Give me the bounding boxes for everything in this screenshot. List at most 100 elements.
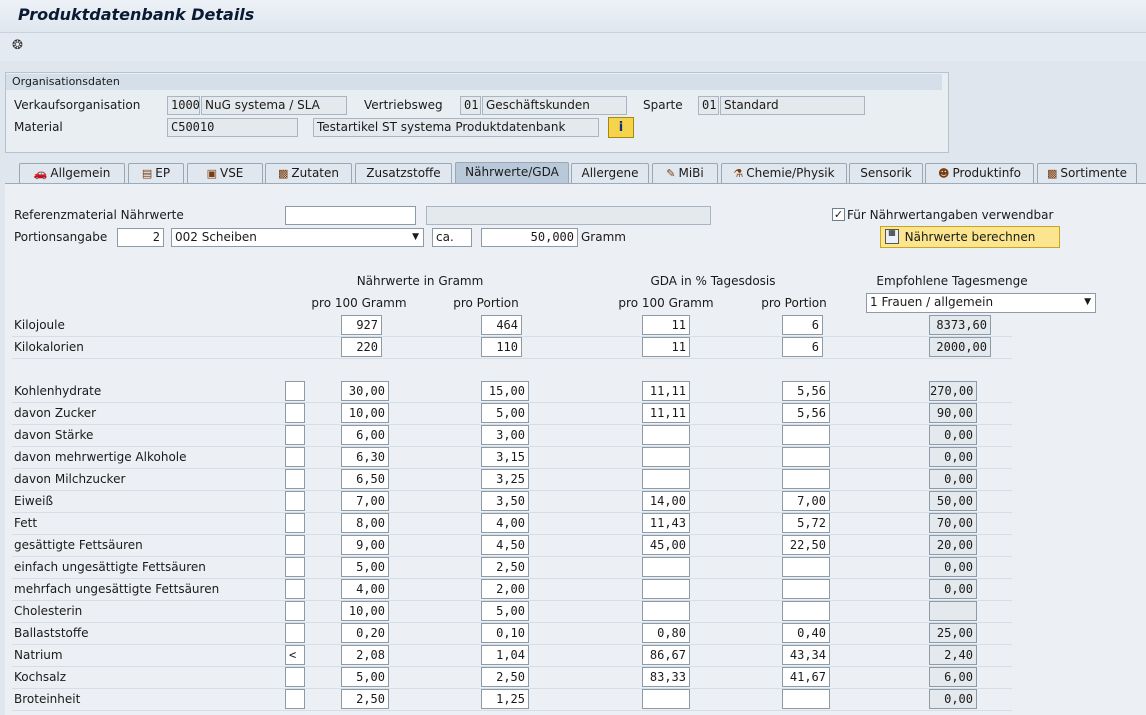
nutrient-gdaport-field[interactable]: 7,00 xyxy=(782,491,830,511)
sp-code-field[interactable]: 01 xyxy=(698,96,719,115)
nutrient-gport-field[interactable]: 3,00 xyxy=(481,425,529,445)
nutrient-gport-field[interactable]: 2,00 xyxy=(481,579,529,599)
nutrient-gda100-field[interactable]: 11,11 xyxy=(642,381,690,401)
ca-field[interactable]: ca. xyxy=(432,228,472,247)
nutrient-gport-field[interactable]: 2,50 xyxy=(481,667,529,687)
nutrient-flag-field[interactable] xyxy=(285,601,305,621)
tab-zusatzstoffe[interactable]: Zusatzstoffe xyxy=(355,163,452,183)
material-code-field[interactable]: C50010 xyxy=(167,118,298,137)
sp-name-field[interactable]: Standard xyxy=(720,96,865,115)
energy-g100-field[interactable]: 927 xyxy=(341,315,382,335)
energy-g100-field[interactable]: 220 xyxy=(341,337,382,357)
tab-zutaten[interactable]: ▩ Zutaten xyxy=(265,163,352,183)
nutrient-g100-field[interactable]: 4,00 xyxy=(341,579,389,599)
vw-name-field[interactable]: Geschäftskunden xyxy=(482,96,627,115)
nutrient-gport-field[interactable]: 3,15 xyxy=(481,447,529,467)
nutrient-gdaport-field[interactable] xyxy=(782,447,830,467)
tab-nährwerte-gda[interactable]: Nährwerte/GDA xyxy=(455,162,569,184)
nutrient-gda100-field[interactable]: 86,67 xyxy=(642,645,690,665)
nutrient-gdaport-field[interactable]: 5,72 xyxy=(782,513,830,533)
nutrient-gda100-field[interactable]: 83,33 xyxy=(642,667,690,687)
info-button[interactable]: i xyxy=(608,117,634,138)
tab-allergene[interactable]: Allergene xyxy=(571,163,649,183)
nutrient-gda100-field[interactable]: 0,80 xyxy=(642,623,690,643)
tab-sensorik[interactable]: Sensorik xyxy=(849,163,923,183)
nutrient-g100-field[interactable]: 10,00 xyxy=(341,601,389,621)
material-name-field[interactable]: Testartikel ST systema Produktdatenbank xyxy=(313,118,599,137)
nutrient-gda100-field[interactable] xyxy=(642,425,690,445)
nutrient-gda100-field[interactable]: 45,00 xyxy=(642,535,690,555)
tab-mibi[interactable]: ✎ MiBi xyxy=(652,163,718,183)
nutrient-gdaport-field[interactable]: 22,50 xyxy=(782,535,830,555)
nutrient-g100-field[interactable]: 5,00 xyxy=(341,667,389,687)
nutrient-gda100-field[interactable]: 14,00 xyxy=(642,491,690,511)
nutrient-flag-field[interactable] xyxy=(285,513,305,533)
nutrient-gport-field[interactable]: 5,00 xyxy=(481,403,529,423)
calc-nutrients-button[interactable]: ▦ Nährwerte berechnen xyxy=(880,226,1060,248)
nutrient-gport-field[interactable]: 15,00 xyxy=(481,381,529,401)
nutrient-flag-field[interactable] xyxy=(285,623,305,643)
nutrient-gport-field[interactable]: 1,25 xyxy=(481,689,529,709)
nutrient-g100-field[interactable]: 5,00 xyxy=(341,557,389,577)
nutrient-gda100-field[interactable] xyxy=(642,469,690,489)
vk-name-field[interactable]: NuG systema / SLA xyxy=(201,96,347,115)
nutrient-g100-field[interactable]: 8,00 xyxy=(341,513,389,533)
vk-code-field[interactable]: 1000 xyxy=(167,96,200,115)
nutrient-gdaport-field[interactable] xyxy=(782,689,830,709)
nutrient-flag-field[interactable] xyxy=(285,381,305,401)
nutrient-gport-field[interactable]: 3,50 xyxy=(481,491,529,511)
nutrient-g100-field[interactable]: 10,00 xyxy=(341,403,389,423)
energy-gda100-field[interactable]: 11 xyxy=(642,337,690,357)
nutrient-gdaport-field[interactable]: 5,56 xyxy=(782,403,830,423)
nutrient-gport-field[interactable]: 1,04 xyxy=(481,645,529,665)
nutrient-gdaport-field[interactable] xyxy=(782,469,830,489)
display-change-icon[interactable]: ❂ xyxy=(12,38,23,53)
energy-gdaport-field[interactable]: 6 xyxy=(782,337,823,357)
nutrient-flag-field[interactable] xyxy=(285,557,305,577)
tab-ep[interactable]: ▤ EP xyxy=(128,163,184,183)
nutrient-gdaport-field[interactable]: 5,56 xyxy=(782,381,830,401)
nutrient-gda100-field[interactable] xyxy=(642,579,690,599)
nutrient-gdaport-field[interactable]: 41,67 xyxy=(782,667,830,687)
nutrient-gda100-field[interactable]: 11,11 xyxy=(642,403,690,423)
nutrient-gdaport-field[interactable] xyxy=(782,579,830,599)
nutrient-gport-field[interactable]: 4,00 xyxy=(481,513,529,533)
nutrient-gda100-field[interactable] xyxy=(642,601,690,621)
nutrient-gdaport-field[interactable] xyxy=(782,601,830,621)
nutrient-gda100-field[interactable] xyxy=(642,447,690,467)
energy-gdaport-field[interactable]: 6 xyxy=(782,315,823,335)
nutrient-g100-field[interactable]: 6,30 xyxy=(341,447,389,467)
nutrient-gport-field[interactable]: 4,50 xyxy=(481,535,529,555)
usable-checkbox[interactable]: ✓ xyxy=(832,208,845,221)
nutrient-g100-field[interactable]: 2,08 xyxy=(341,645,389,665)
nutrient-flag-field[interactable] xyxy=(285,425,305,445)
ref-material-input[interactable] xyxy=(285,206,416,225)
portion-qty-input[interactable]: 2 xyxy=(117,228,164,247)
nutrient-gdaport-field[interactable] xyxy=(782,425,830,445)
nutrient-flag-field[interactable] xyxy=(285,689,305,709)
nutrient-flag-field[interactable] xyxy=(285,579,305,599)
weight-input[interactable]: 50,000 xyxy=(481,228,578,247)
vw-code-field[interactable]: 01 xyxy=(460,96,481,115)
nutrient-g100-field[interactable]: 30,00 xyxy=(341,381,389,401)
nutrient-g100-field[interactable]: 6,00 xyxy=(341,425,389,445)
tab-sortimente[interactable]: ▩ Sortimente xyxy=(1037,163,1137,183)
tab-chemie-physik[interactable]: ⚗ Chemie/Physik xyxy=(721,163,847,183)
nutrient-gda100-field[interactable] xyxy=(642,689,690,709)
portion-unit-select[interactable]: 002 Scheiben ▼ xyxy=(171,228,424,247)
nutrient-flag-field[interactable]: < xyxy=(285,645,305,665)
nutrient-g100-field[interactable]: 6,50 xyxy=(341,469,389,489)
nutrient-flag-field[interactable] xyxy=(285,535,305,555)
nutrient-flag-field[interactable] xyxy=(285,403,305,423)
energy-gda100-field[interactable]: 11 xyxy=(642,315,690,335)
nutrient-gport-field[interactable]: 5,00 xyxy=(481,601,529,621)
nutrient-flag-field[interactable] xyxy=(285,469,305,489)
nutrient-gda100-field[interactable]: 11,43 xyxy=(642,513,690,533)
nutrient-gport-field[interactable]: 2,50 xyxy=(481,557,529,577)
nutrient-flag-field[interactable] xyxy=(285,667,305,687)
nutrient-flag-field[interactable] xyxy=(285,491,305,511)
nutrient-flag-field[interactable] xyxy=(285,447,305,467)
nutrient-gdaport-field[interactable]: 0,40 xyxy=(782,623,830,643)
tab-allgemein[interactable]: 🚗 Allgemein xyxy=(19,163,125,183)
tab-vse[interactable]: ▣ VSE xyxy=(187,163,263,183)
